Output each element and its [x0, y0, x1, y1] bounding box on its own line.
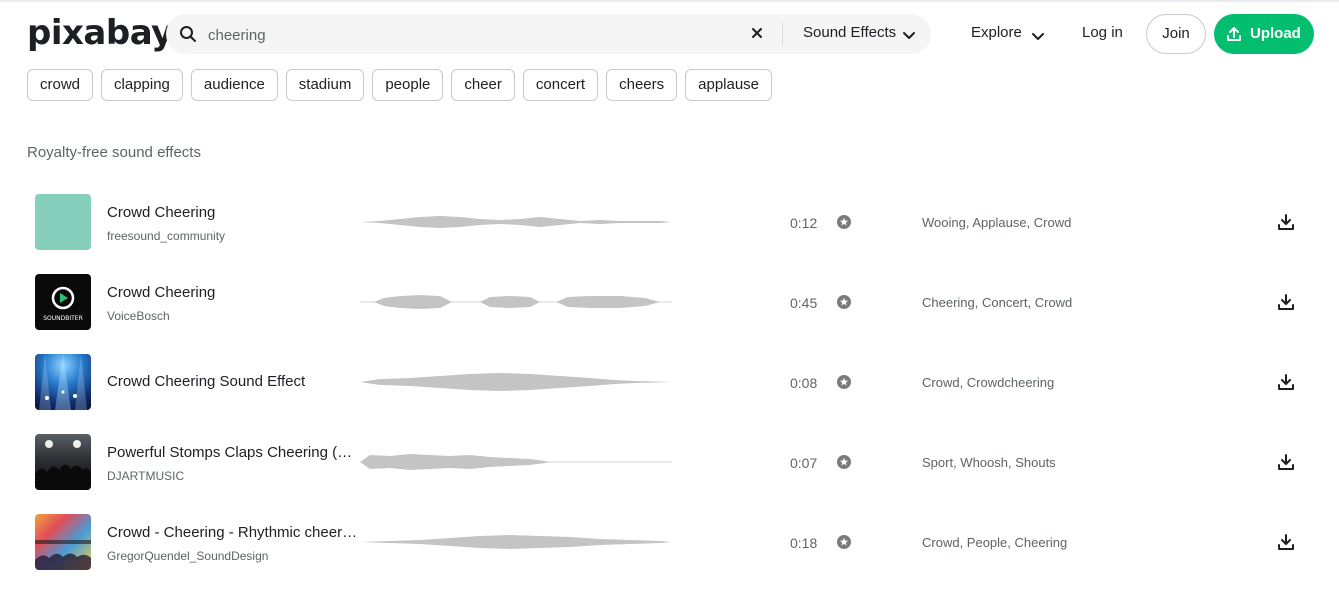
- track-title[interactable]: Crowd Cheering: [107, 204, 215, 221]
- track-tags: Crowd, People, Cheering: [922, 535, 1068, 550]
- download-icon[interactable]: [1277, 213, 1295, 236]
- track-thumbnail[interactable]: [35, 514, 91, 570]
- favorite-icon[interactable]: [836, 454, 852, 475]
- waveform[interactable]: [360, 528, 672, 556]
- top-border: [0, 0, 1339, 2]
- list-item[interactable]: Crowd Cheering Sound Effect 0:08 Crowd, …: [0, 354, 1339, 434]
- soundbiter-text: SOUNDBITER: [43, 315, 83, 322]
- track-title[interactable]: Crowd Cheering: [107, 284, 215, 301]
- waveform[interactable]: [360, 288, 672, 316]
- tag-chip[interactable]: crowd: [27, 69, 94, 101]
- download-icon[interactable]: [1277, 373, 1295, 396]
- tag-chip[interactable]: cheer: [451, 69, 515, 101]
- track-title[interactable]: Crowd - Cheering - Rhythmic cheer…: [107, 524, 357, 541]
- media-type-select[interactable]: Sound Effects: [803, 24, 896, 41]
- track-duration: 0:12: [790, 215, 818, 231]
- crowd-image: [35, 440, 91, 490]
- track-duration: 0:45: [790, 295, 818, 311]
- tag-chip[interactable]: stadium: [285, 69, 365, 101]
- track-duration: 0:08: [790, 375, 818, 391]
- clear-search-icon[interactable]: [750, 26, 764, 45]
- track-author[interactable]: GregorQuendel_SoundDesign: [107, 549, 268, 563]
- list-item[interactable]: Crowd - Cheering - Rhythmic cheer… Grego…: [0, 514, 1339, 594]
- favorite-icon[interactable]: [836, 294, 852, 315]
- soundbiter-logo: SOUNDBITER: [43, 286, 83, 322]
- tag-chip[interactable]: concert: [522, 69, 599, 101]
- download-icon[interactable]: [1277, 533, 1295, 556]
- track-tags: Sport, Whoosh, Shouts: [922, 455, 1056, 470]
- favorite-icon[interactable]: [836, 374, 852, 395]
- upload-label: Upload: [1250, 25, 1301, 42]
- list-item[interactable]: SOUNDBITER Crowd Cheering VoiceBosch 0:4…: [0, 274, 1339, 354]
- upload-icon: [1226, 26, 1242, 46]
- waveform[interactable]: [360, 448, 672, 476]
- favorite-icon[interactable]: [836, 534, 852, 555]
- search-bar[interactable]: Sound Effects: [166, 14, 931, 54]
- track-thumbnail[interactable]: [35, 354, 91, 410]
- waveform[interactable]: [360, 208, 672, 236]
- tag-chip[interactable]: clapping: [101, 69, 183, 101]
- track-author[interactable]: freesound_community: [107, 229, 225, 243]
- stage-lights-image: [39, 354, 87, 410]
- tag-chip[interactable]: people: [372, 69, 444, 101]
- join-button[interactable]: Join: [1146, 14, 1206, 54]
- track-thumbnail[interactable]: [35, 434, 91, 490]
- favorite-icon[interactable]: [836, 214, 852, 235]
- tag-chip[interactable]: audience: [190, 69, 278, 101]
- track-author[interactable]: DJARTMUSIC: [107, 469, 184, 483]
- list-item[interactable]: Crowd Cheering freesound_community 0:12 …: [0, 194, 1339, 274]
- upload-button[interactable]: Upload: [1214, 14, 1314, 54]
- download-icon[interactable]: [1277, 293, 1295, 316]
- waveform[interactable]: [360, 368, 672, 396]
- explore-chevron-down-icon[interactable]: [1031, 29, 1045, 47]
- track-thumbnail[interactable]: [35, 194, 91, 250]
- track-thumbnail[interactable]: SOUNDBITER: [35, 274, 91, 330]
- track-title[interactable]: Powerful Stomps Claps Cheering (…: [107, 444, 352, 461]
- track-duration: 0:07: [790, 455, 818, 471]
- tag-chip[interactable]: applause: [685, 69, 773, 101]
- track-author[interactable]: VoiceBosch: [107, 309, 170, 323]
- list-item[interactable]: Powerful Stomps Claps Cheering (… DJARTM…: [0, 434, 1339, 514]
- track-tags: Wooing, Applause, Crowd: [922, 215, 1072, 230]
- track-title[interactable]: Crowd Cheering Sound Effect: [107, 373, 305, 390]
- search-icon: [179, 25, 197, 48]
- track-duration: 0:18: [790, 535, 818, 551]
- related-tags: crowd clapping audience stadium people c…: [27, 69, 773, 101]
- search-divider: [782, 22, 783, 46]
- tag-chip[interactable]: cheers: [606, 69, 678, 101]
- track-tags: Crowd, Crowdcheering: [922, 375, 1055, 390]
- colorful-crowd-image: [35, 540, 91, 570]
- login-link[interactable]: Log in: [1082, 24, 1123, 41]
- explore-menu[interactable]: Explore: [971, 24, 1022, 41]
- section-title: Royalty-free sound effects: [27, 144, 201, 161]
- download-icon[interactable]: [1277, 453, 1295, 476]
- track-tags: Cheering, Concert, Crowd: [922, 295, 1073, 310]
- pixabay-logo[interactable]: pixabay: [27, 13, 173, 53]
- search-input[interactable]: [206, 22, 730, 48]
- chevron-down-icon[interactable]: [902, 28, 916, 46]
